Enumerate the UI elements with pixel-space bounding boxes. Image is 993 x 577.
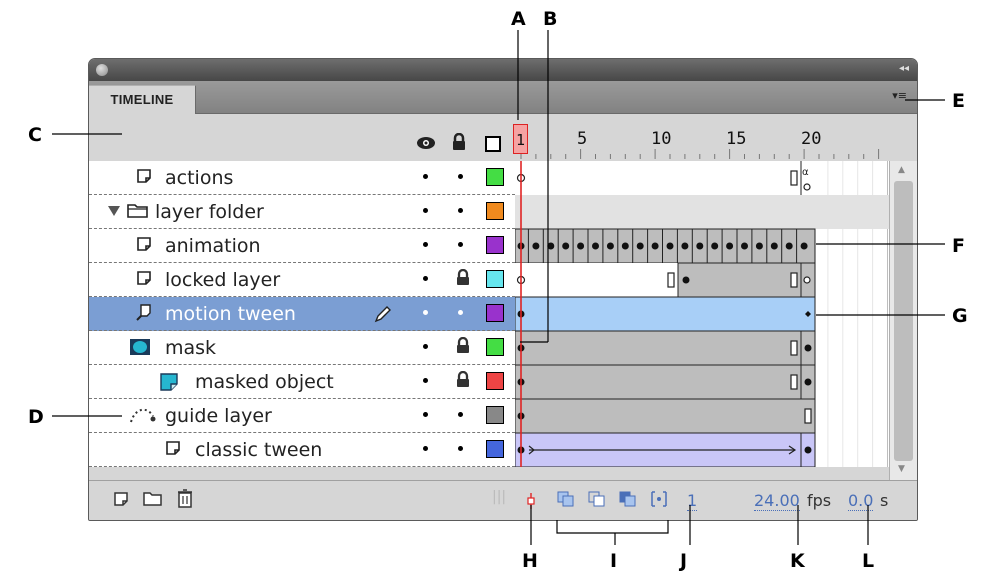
callout-leader-lines (52, 30, 945, 545)
